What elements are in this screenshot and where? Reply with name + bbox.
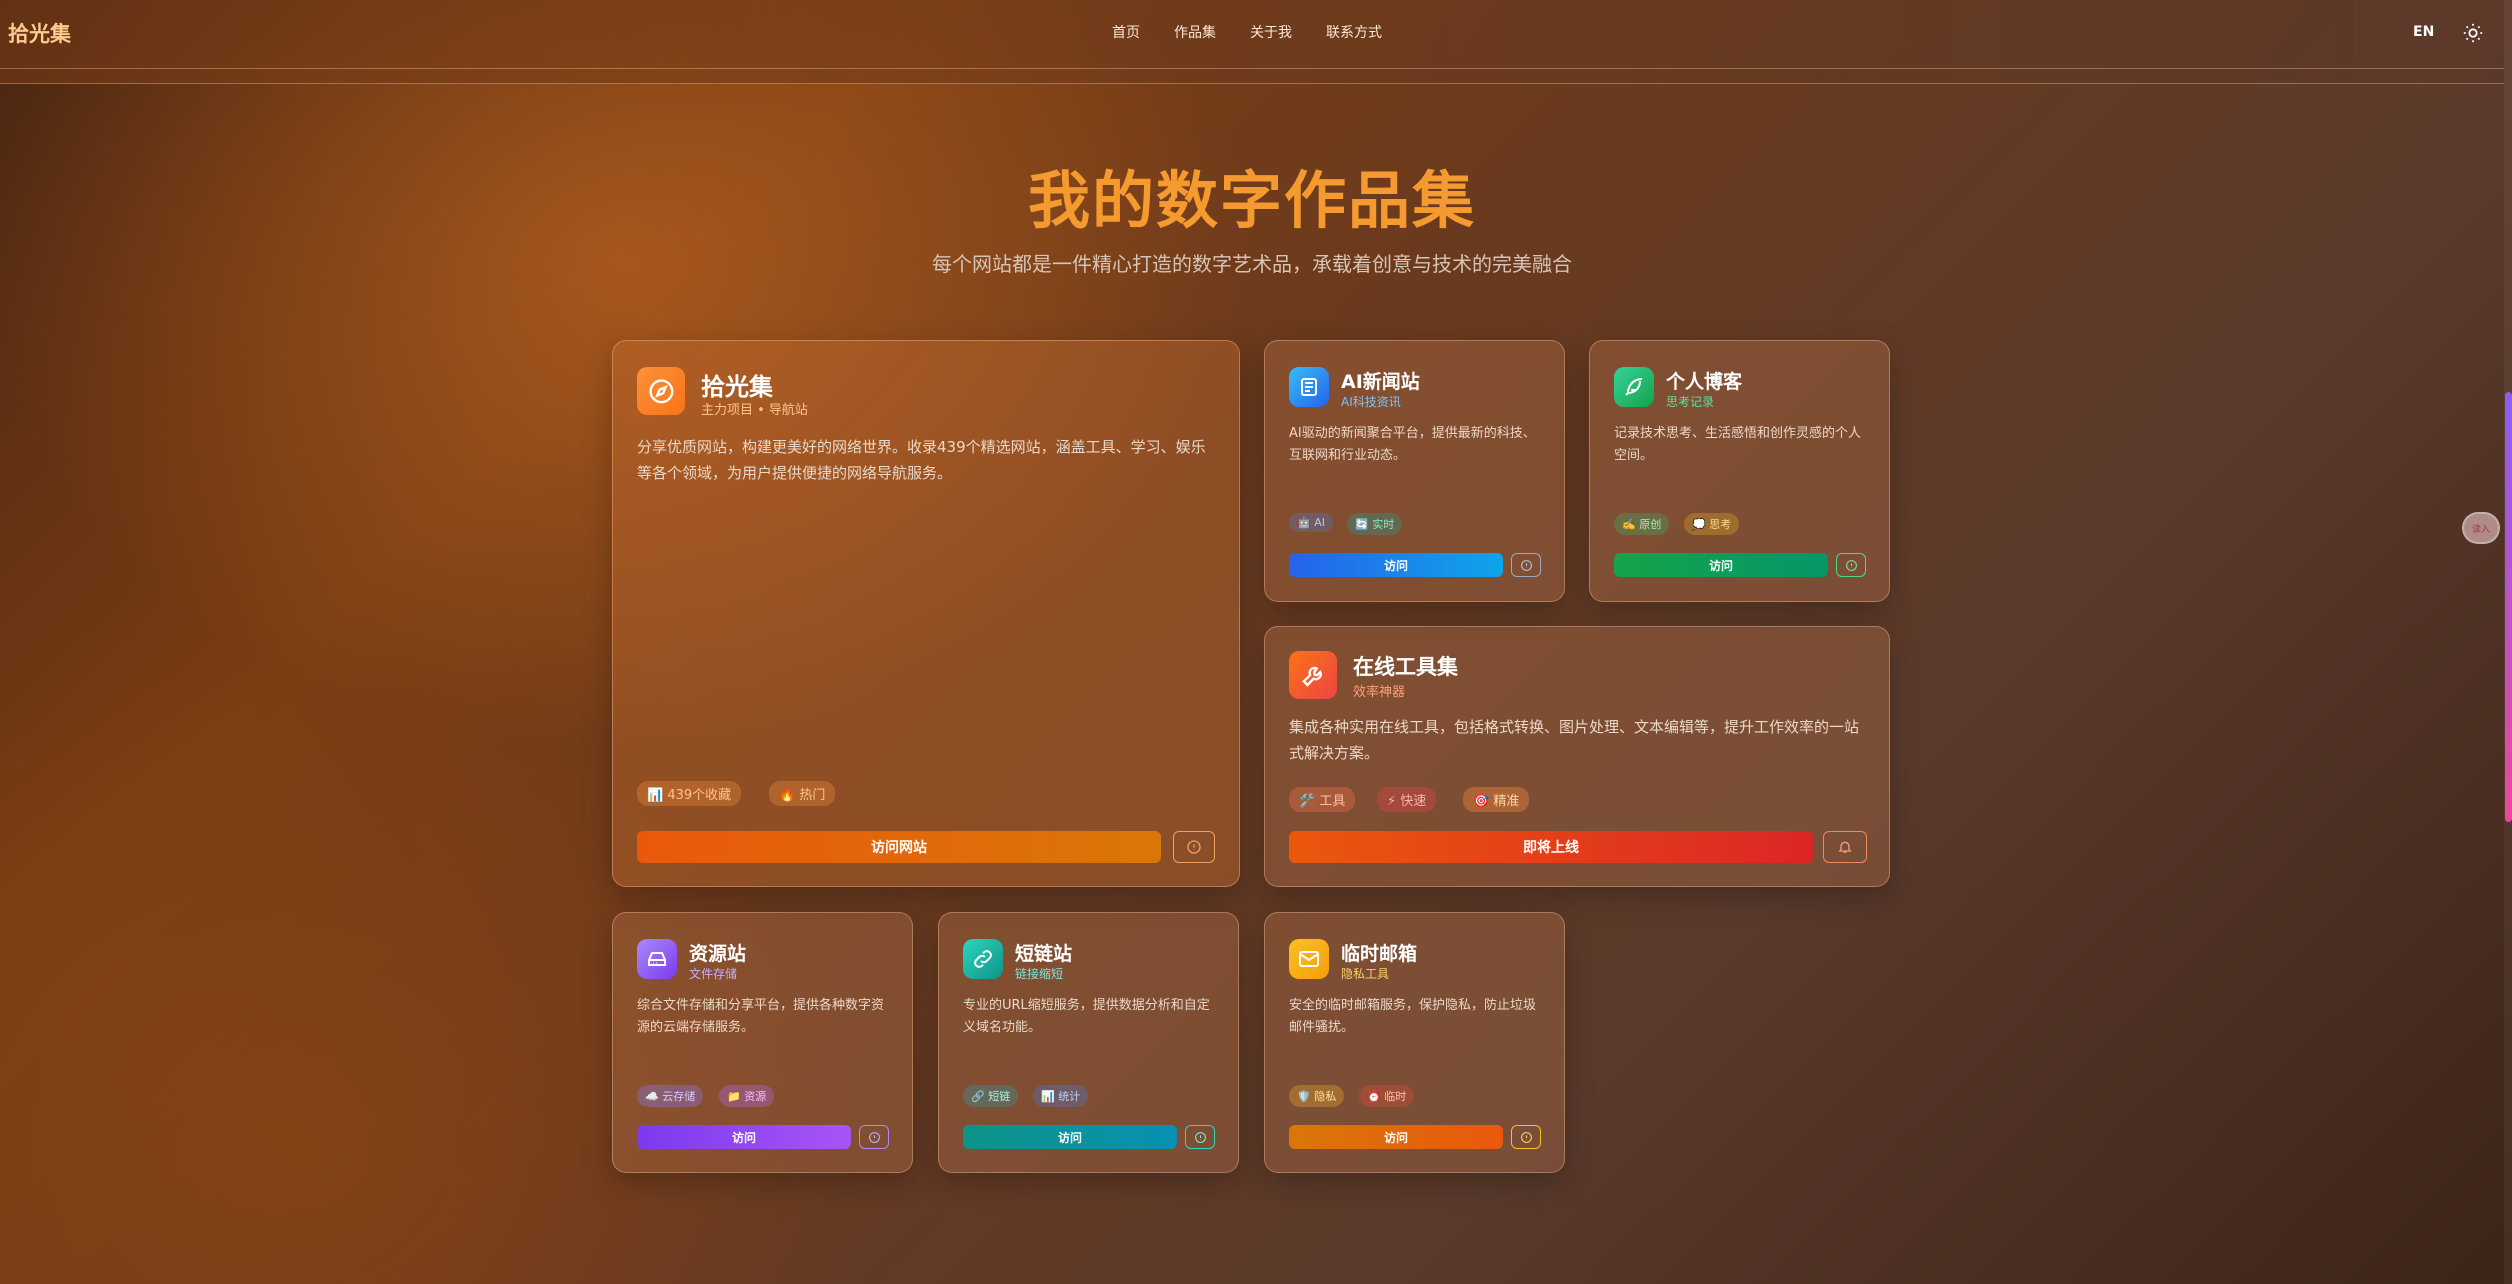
card-description: 分享优质网站，构建更美好的网络世界。收录439个精选网站，涵盖工具、学习、娱乐等… bbox=[637, 438, 1206, 482]
visit-button[interactable]: 访问 bbox=[637, 1125, 851, 1149]
tag-stats: 📊 统计 bbox=[1033, 1085, 1089, 1107]
tag-precise: 🎯 精准 bbox=[1463, 787, 1530, 812]
visit-button[interactable]: 访问 bbox=[963, 1125, 1177, 1149]
sun-icon[interactable] bbox=[2462, 22, 2484, 44]
tag-thinking: 💭 思考 bbox=[1684, 513, 1740, 535]
tag-realtime: 🔄 实时 bbox=[1347, 513, 1403, 535]
visit-button[interactable]: 访问 bbox=[1289, 1125, 1503, 1149]
card-subtitle: 思考记录 bbox=[1666, 395, 1715, 409]
nav-home[interactable]: 首页 bbox=[1112, 22, 1140, 42]
card-online-tools: 在线工具集 效率神器 集成各种实用在线工具，包括格式转换、图片处理、文本编辑等，… bbox=[1264, 626, 1890, 887]
visit-website-button[interactable]: 访问网站 bbox=[637, 831, 1161, 863]
card-resources: 资源站 文件存储 综合文件存储和分享平台，提供各种数字资源的云端存储服务。 ☁️… bbox=[612, 912, 913, 1173]
tag-tools: 🛠️ 工具 bbox=[1289, 787, 1356, 812]
site-logo[interactable]: 拾光集 bbox=[8, 18, 71, 48]
tag-cloud: ☁️ 云存储 bbox=[637, 1085, 704, 1107]
tag-resource: 📁 资源 bbox=[719, 1085, 775, 1107]
card-title: AI新闻站 bbox=[1341, 371, 1420, 393]
drive-icon bbox=[637, 939, 677, 979]
floating-reader-badge[interactable]: 读入 bbox=[2462, 512, 2500, 544]
site-header bbox=[0, 0, 2504, 84]
wrench-icon bbox=[1289, 651, 1337, 699]
tag-fast: ⚡ 快速 bbox=[1377, 787, 1437, 812]
card-description: AI驱动的新闻聚合平台，提供最新的科技、互联网和行业动态。 bbox=[1289, 426, 1536, 464]
card-tempmail: 临时邮箱 隐私工具 安全的临时邮箱服务，保护隐私，防止垃圾邮件骚扰。 🛡️ 隐私… bbox=[1264, 912, 1565, 1173]
tag-temporary: ⏰ 临时 bbox=[1359, 1085, 1415, 1107]
card-ai-news: AI新闻站 AI科技资讯 AI驱动的新闻聚合平台，提供最新的科技、互联网和行业动… bbox=[1264, 340, 1565, 602]
mail-icon bbox=[1289, 939, 1329, 979]
card-subtitle: 隐私工具 bbox=[1341, 967, 1390, 981]
card-description: 记录技术思考、生活感悟和创作灵感的个人空间。 bbox=[1614, 426, 1862, 464]
card-description: 集成各种实用在线工具，包括格式转换、图片处理、文本编辑等，提升工作效率的一站式解… bbox=[1289, 718, 1860, 762]
coming-soon-button[interactable]: 即将上线 bbox=[1289, 831, 1813, 863]
info-icon[interactable] bbox=[1511, 1125, 1541, 1149]
card-title: 拾光集 bbox=[701, 373, 773, 401]
tag-ai: 🤖 AI bbox=[1289, 513, 1333, 532]
card-shortlink: 短链站 链接缩短 专业的URL缩短服务，提供数据分析和自定义域名功能。 🔗 短链… bbox=[938, 912, 1239, 1173]
language-toggle[interactable]: EN bbox=[2413, 24, 2434, 40]
scrollbar-thumb[interactable] bbox=[2505, 392, 2512, 822]
newspaper-icon bbox=[1289, 367, 1329, 407]
card-title: 临时邮箱 bbox=[1341, 943, 1418, 965]
tag-privacy: 🛡️ 隐私 bbox=[1289, 1085, 1345, 1107]
tag-shortlink: 🔗 短链 bbox=[963, 1085, 1019, 1107]
nav-portfolio[interactable]: 作品集 bbox=[1174, 22, 1216, 42]
card-title: 个人博客 bbox=[1666, 371, 1743, 393]
tag-hot: 🔥 热门 bbox=[769, 781, 836, 806]
card-subtitle: 效率神器 bbox=[1353, 685, 1406, 700]
card-subtitle: 主力项目 • 导航站 bbox=[701, 403, 808, 418]
feather-icon bbox=[1614, 367, 1654, 407]
nav-contact[interactable]: 联系方式 bbox=[1326, 22, 1382, 42]
info-icon[interactable] bbox=[1836, 553, 1866, 577]
card-title: 资源站 bbox=[689, 943, 747, 965]
card-title: 在线工具集 bbox=[1353, 655, 1458, 679]
compass-icon bbox=[637, 367, 685, 415]
hero-title: 我的数字作品集 bbox=[1027, 164, 1476, 237]
header-divider bbox=[0, 68, 2504, 69]
card-description: 安全的临时邮箱服务，保护隐私，防止垃圾邮件骚扰。 bbox=[1289, 998, 1537, 1036]
info-icon[interactable] bbox=[859, 1125, 889, 1149]
card-description: 综合文件存储和分享平台，提供各种数字资源的云端存储服务。 bbox=[637, 998, 885, 1036]
card-blog: 个人博客 思考记录 记录技术思考、生活感悟和创作灵感的个人空间。 ✍️ 原创 💭… bbox=[1589, 340, 1890, 602]
visit-button[interactable]: 访问 bbox=[1614, 553, 1828, 577]
card-subtitle: AI科技资讯 bbox=[1341, 395, 1401, 409]
hero-subtitle: 每个网站都是一件精心打造的数字艺术品，承载着创意与技术的完美融合 bbox=[932, 252, 1572, 276]
info-icon[interactable] bbox=[1511, 553, 1541, 577]
card-shiguangji: 拾光集 主力项目 • 导航站 分享优质网站，构建更美好的网络世界。收录439个精… bbox=[612, 340, 1240, 887]
info-icon[interactable] bbox=[1173, 831, 1215, 863]
card-title: 短链站 bbox=[1015, 943, 1073, 965]
tag-original: ✍️ 原创 bbox=[1614, 513, 1670, 535]
visit-button[interactable]: 访问 bbox=[1289, 553, 1503, 577]
info-icon[interactable] bbox=[1185, 1125, 1215, 1149]
main-nav: 首页 作品集 关于我 联系方式 bbox=[1112, 22, 1382, 42]
nav-about[interactable]: 关于我 bbox=[1250, 22, 1292, 42]
card-subtitle: 链接缩短 bbox=[1015, 967, 1064, 981]
card-description: 专业的URL缩短服务，提供数据分析和自定义域名功能。 bbox=[963, 998, 1210, 1036]
bell-icon[interactable] bbox=[1823, 831, 1867, 863]
tag-favorites: 📊 439个收藏 bbox=[637, 781, 742, 806]
card-subtitle: 文件存储 bbox=[689, 967, 738, 981]
link-icon bbox=[963, 939, 1003, 979]
